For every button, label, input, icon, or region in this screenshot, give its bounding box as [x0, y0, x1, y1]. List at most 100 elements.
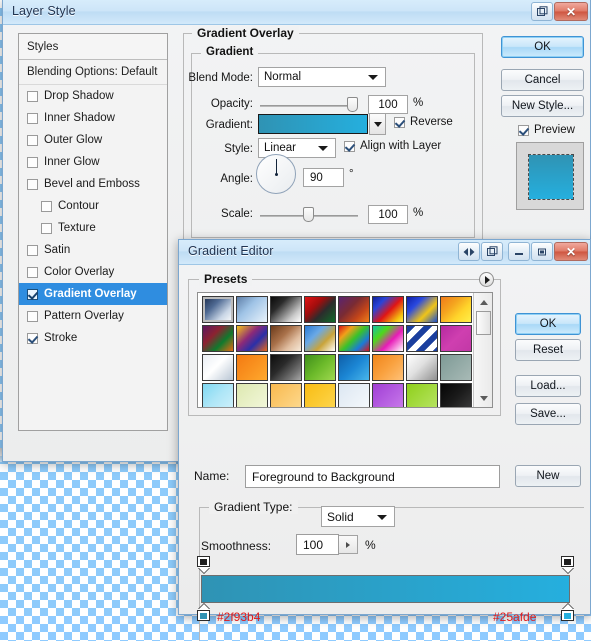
- sidebar-item-color-overlay[interactable]: Color Overlay: [19, 261, 167, 283]
- gradient-preset-swatch[interactable]: [338, 296, 370, 323]
- gradient-preset-swatch[interactable]: [270, 325, 302, 352]
- gradient-editor-ok-button[interactable]: OK: [515, 313, 581, 335]
- presets-scrollbar[interactable]: [473, 293, 492, 407]
- cancel-button[interactable]: Cancel: [501, 69, 584, 91]
- checkbox-gradient-overlay[interactable]: [27, 288, 38, 300]
- angle-dial[interactable]: [256, 154, 296, 194]
- gradient-preset-swatch[interactable]: [304, 296, 336, 323]
- gradient-preset-swatch[interactable]: [236, 354, 268, 381]
- gradient-preset-swatch[interactable]: [440, 296, 472, 323]
- checkbox-inner-glow[interactable]: [27, 156, 38, 168]
- checkbox-preview[interactable]: [518, 124, 529, 136]
- maximize-icon[interactable]: [531, 242, 553, 261]
- preview-checkbox-row[interactable]: Preview: [518, 124, 575, 136]
- opacity-stop-right[interactable]: [561, 556, 574, 573]
- gradient-preset-swatch[interactable]: [236, 325, 268, 352]
- ok-button[interactable]: OK: [501, 36, 584, 58]
- gradient-preset-swatch[interactable]: [406, 383, 438, 407]
- sidebar-item-satin[interactable]: Satin: [19, 239, 167, 261]
- checkbox-inner-shadow[interactable]: [27, 112, 38, 124]
- scroll-down-icon[interactable]: [477, 392, 490, 404]
- opacity-slider-thumb[interactable]: [347, 97, 358, 112]
- gradient-preset-swatch[interactable]: [440, 383, 472, 407]
- gradient-preset-swatch[interactable]: [372, 325, 404, 352]
- opacity-slider-track[interactable]: [260, 105, 358, 107]
- checkbox-align-with-layer[interactable]: [344, 140, 355, 152]
- gradient-preset-swatch[interactable]: [372, 383, 404, 407]
- gradient-editor-load-button[interactable]: Load...: [515, 375, 581, 397]
- gradient-editor-save-button[interactable]: Save...: [515, 403, 581, 425]
- checkbox-satin[interactable]: [27, 244, 38, 256]
- checkbox-outer-glow[interactable]: [27, 134, 38, 146]
- gradient-editor-reset-button[interactable]: Reset: [515, 339, 581, 361]
- presets-menu-icon[interactable]: [479, 272, 494, 287]
- layer-style-titlebar[interactable]: Layer Style ✕: [3, 0, 590, 25]
- sidebar-item-pattern-overlay[interactable]: Pattern Overlay: [19, 305, 167, 327]
- gradient-preset-swatch[interactable]: [270, 296, 302, 323]
- gradient-preview-swatch[interactable]: [258, 114, 368, 134]
- restore-icon[interactable]: [531, 2, 553, 21]
- color-stop-right[interactable]: [561, 604, 574, 621]
- opacity-stop-left[interactable]: [197, 556, 210, 573]
- gradient-name-input[interactable]: Foreground to Background: [245, 465, 500, 488]
- checkbox-drop-shadow[interactable]: [27, 90, 38, 102]
- sidebar-item-contour[interactable]: Contour: [19, 195, 167, 217]
- gradient-preset-swatch[interactable]: [236, 383, 268, 407]
- restore-icon[interactable]: [481, 242, 503, 261]
- gradient-preset-swatch[interactable]: [304, 383, 336, 407]
- checkbox-bevel-and-emboss[interactable]: [27, 178, 38, 190]
- sidebar-item-bevel-and-emboss[interactable]: Bevel and Emboss: [19, 173, 167, 195]
- sidebar-item-inner-glow[interactable]: Inner Glow: [19, 151, 167, 173]
- gradient-preset-swatch[interactable]: [304, 354, 336, 381]
- gradient-preset-swatch[interactable]: [338, 383, 370, 407]
- scroll-up-icon[interactable]: [477, 296, 490, 308]
- sidebar-item-stroke[interactable]: Stroke: [19, 327, 167, 349]
- gradient-preset-swatch[interactable]: [202, 354, 234, 381]
- new-style-button[interactable]: New Style...: [501, 95, 584, 117]
- sidebar-item-inner-shadow[interactable]: Inner Shadow: [19, 107, 167, 129]
- gradient-preset-swatch[interactable]: [304, 325, 336, 352]
- opacity-input[interactable]: 100: [368, 95, 408, 114]
- gradient-preset-swatch[interactable]: [440, 325, 472, 352]
- gradient-bar[interactable]: [201, 575, 570, 603]
- close-icon[interactable]: ✕: [554, 242, 588, 261]
- gradient-preset-swatch[interactable]: [338, 325, 370, 352]
- sidebar-item-drop-shadow[interactable]: Drop Shadow: [19, 85, 167, 107]
- gradient-preset-swatch[interactable]: [406, 354, 438, 381]
- gradient-preset-swatch[interactable]: [236, 296, 268, 323]
- gradient-preset-swatch[interactable]: [406, 296, 438, 323]
- angle-input[interactable]: 90: [303, 168, 344, 187]
- scrollbar-thumb[interactable]: [476, 311, 491, 335]
- gradient-picker-dropdown[interactable]: [369, 113, 386, 135]
- gradient-editor-titlebar[interactable]: Gradient Editor ✕: [179, 240, 590, 265]
- scale-input[interactable]: 100: [368, 205, 408, 224]
- gradient-editor-new-button[interactable]: New: [515, 465, 581, 487]
- checkbox-stroke[interactable]: [27, 332, 38, 344]
- gradient-preset-swatch[interactable]: [270, 354, 302, 381]
- blending-options-row[interactable]: Blending Options: Default: [19, 60, 167, 85]
- smoothness-input[interactable]: 100: [296, 534, 339, 555]
- sidebar-item-texture[interactable]: Texture: [19, 217, 167, 239]
- minimize-icon[interactable]: [508, 242, 530, 261]
- checkbox-contour[interactable]: [41, 200, 52, 212]
- color-stop-left[interactable]: [197, 604, 210, 621]
- gradient-preset-swatch[interactable]: [338, 354, 370, 381]
- gradient-preset-swatch[interactable]: [202, 296, 234, 323]
- gradient-preset-swatch[interactable]: [202, 325, 234, 352]
- gradient-preset-swatch[interactable]: [406, 325, 438, 352]
- checkbox-texture[interactable]: [41, 222, 52, 234]
- sidebar-item-gradient-overlay[interactable]: Gradient Overlay: [19, 283, 167, 305]
- gradient-preset-swatch[interactable]: [372, 296, 404, 323]
- resize-icon[interactable]: [458, 242, 480, 261]
- checkbox-reverse[interactable]: [394, 116, 405, 128]
- scale-slider-thumb[interactable]: [303, 207, 314, 222]
- sidebar-item-outer-glow[interactable]: Outer Glow: [19, 129, 167, 151]
- reverse-checkbox-row[interactable]: Reverse: [394, 116, 453, 128]
- gradient-preset-swatch[interactable]: [372, 354, 404, 381]
- smoothness-spinner[interactable]: [339, 535, 358, 554]
- gradient-preset-swatch[interactable]: [440, 354, 472, 381]
- blend-mode-select[interactable]: Normal: [258, 67, 386, 87]
- gradient-preset-swatch[interactable]: [270, 383, 302, 407]
- gradient-type-select[interactable]: Solid: [321, 506, 395, 527]
- align-with-layer-row[interactable]: Align with Layer: [344, 140, 441, 152]
